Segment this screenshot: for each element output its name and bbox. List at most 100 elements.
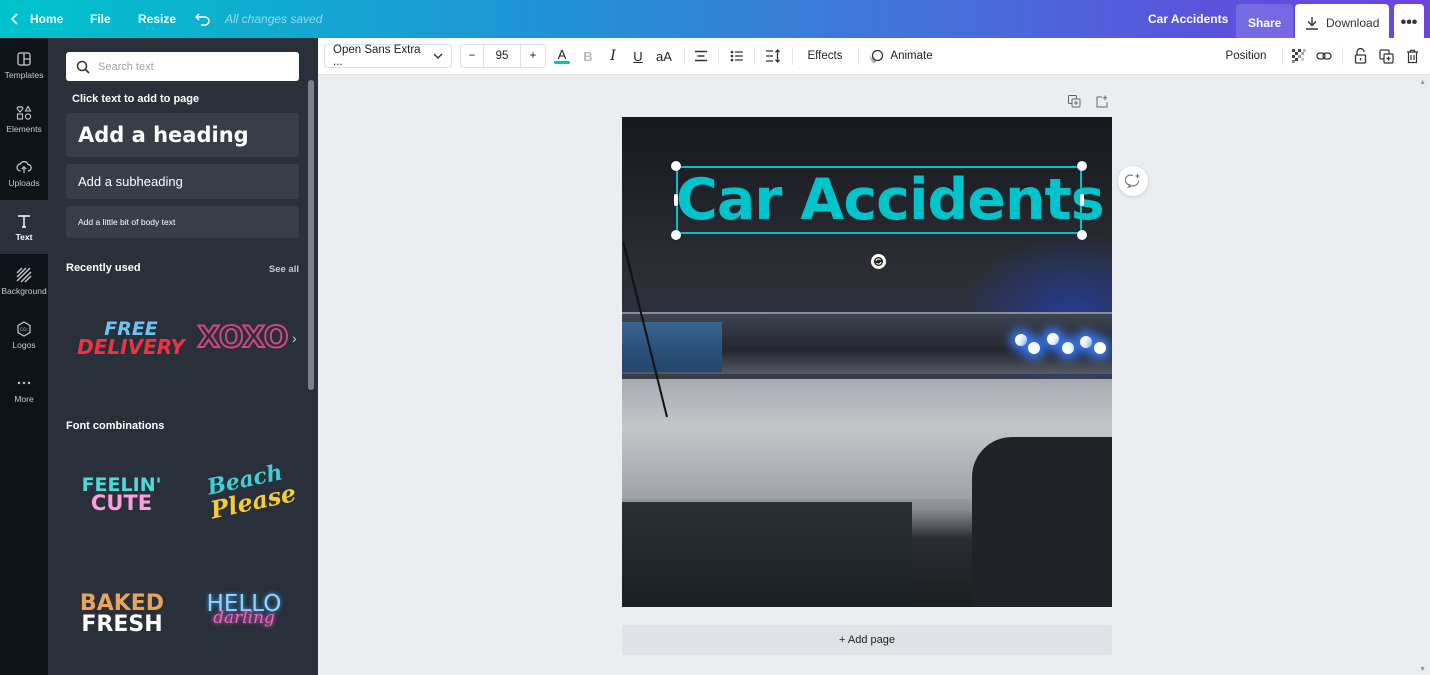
undo-button[interactable]	[195, 0, 211, 38]
resize-handle-top-left[interactable]	[671, 161, 681, 171]
align-center-button[interactable]	[692, 44, 710, 68]
spacing-icon	[766, 49, 780, 63]
font-size-decrease-button[interactable]: −	[461, 50, 483, 62]
recent-free-delivery[interactable]: FREE DELIVERY	[76, 319, 186, 360]
led	[1047, 333, 1059, 345]
save-status: All changes saved	[225, 12, 323, 26]
home-button[interactable]: Home	[10, 0, 63, 38]
spacing-button[interactable]	[764, 44, 782, 68]
logos-icon: CO.	[17, 320, 31, 337]
undo-icon	[195, 13, 210, 26]
resize-handle-bottom-right[interactable]	[1077, 230, 1087, 240]
text-color-button[interactable]: A	[553, 44, 571, 68]
download-button[interactable]: Download	[1295, 4, 1390, 42]
sticker-line: DELIVERY	[77, 335, 185, 360]
divider	[1342, 47, 1343, 65]
add-comment-button[interactable]	[1118, 166, 1148, 196]
bold-button[interactable]: B	[580, 44, 596, 68]
sticker-line: CUTE	[90, 491, 153, 516]
scroll-up-arrow[interactable]: ▲	[1419, 79, 1426, 86]
search-placeholder: Search text	[98, 60, 154, 73]
duplicate-icon	[1378, 48, 1394, 64]
duplicate-button[interactable]	[1378, 44, 1394, 68]
sticker-line: FRESH	[81, 611, 163, 637]
panel-scrollbar[interactable]	[308, 80, 314, 390]
resize-handle-top-right[interactable]	[1077, 161, 1087, 171]
top-bar: Home File Resize All changes saved Car A…	[0, 0, 1430, 42]
design-page[interactable]: Car Accidents	[622, 117, 1112, 607]
resize-handle-bottom-left[interactable]	[671, 230, 681, 240]
resize-handle-right[interactable]	[1080, 194, 1084, 206]
combo-hello-darling[interactable]: HELLO darling	[196, 593, 292, 627]
transparency-button[interactable]	[1290, 44, 1308, 68]
recent-xoxo[interactable]: XOXO	[196, 322, 290, 352]
add-page-icon-button[interactable]	[1096, 95, 1109, 113]
click-text-title: Click text to add to page	[72, 93, 200, 105]
selection-box	[676, 166, 1082, 234]
divider	[684, 47, 685, 65]
elements-icon	[16, 104, 32, 120]
chevron-down-icon	[433, 53, 443, 59]
effects-button[interactable]: Effects	[802, 44, 848, 68]
rail-item-text[interactable]: Text	[0, 200, 48, 254]
uploads-icon	[16, 160, 32, 173]
add-subheading-button[interactable]: Add a subheading	[66, 164, 299, 199]
animate-button[interactable]: Animate	[866, 44, 936, 68]
animate-label: Animate	[890, 50, 933, 62]
add-body-text-button[interactable]: Add a little bit of body text	[66, 206, 299, 238]
rail-label: Logos	[12, 339, 36, 350]
chevron-right-icon[interactable]: ›	[292, 330, 297, 346]
text-color-icon: A	[557, 47, 567, 62]
see-all-link[interactable]: See all	[269, 264, 299, 275]
rail-label: Elements	[6, 123, 42, 134]
divider	[1282, 47, 1283, 65]
led	[1028, 342, 1040, 354]
templates-icon	[17, 51, 31, 66]
led	[1080, 336, 1092, 348]
list-button[interactable]	[728, 44, 746, 68]
light-bar	[622, 312, 1112, 374]
lock-button[interactable]	[1352, 44, 1368, 68]
combo-baked-fresh[interactable]: BAKED FRESH	[72, 593, 172, 637]
link-button[interactable]	[1315, 44, 1333, 68]
resize-menu[interactable]: Resize	[138, 0, 176, 38]
resize-handle-left[interactable]	[674, 194, 678, 206]
delete-button[interactable]	[1404, 44, 1420, 68]
led	[1015, 334, 1027, 346]
font-size-input[interactable]: 95	[483, 45, 521, 67]
font-size-increase-button[interactable]: +	[521, 50, 545, 62]
underline-button[interactable]: U	[630, 44, 646, 68]
combo-feelin-cute[interactable]: FEELIN' CUTE	[74, 475, 169, 516]
rotate-handle[interactable]	[871, 254, 886, 269]
link-icon	[1316, 52, 1332, 60]
search-icon	[76, 60, 90, 74]
more-options-button[interactable]: •••	[1394, 4, 1424, 42]
rail-item-more[interactable]: More	[0, 362, 48, 416]
rail-item-logos[interactable]: CO. Logos	[0, 308, 48, 362]
text-icon	[18, 214, 30, 228]
align-center-icon	[695, 50, 707, 62]
rail-item-background[interactable]: Background	[0, 254, 48, 308]
add-heading-button[interactable]: Add a heading	[66, 113, 299, 157]
font-family-dropdown[interactable]: Open Sans Extra ...	[324, 44, 452, 68]
share-button[interactable]: Share	[1236, 4, 1294, 42]
design-title[interactable]: Car Accidents	[1148, 0, 1228, 38]
canvas-area: Car Accidents + Add page ▲ ▼	[318, 75, 1430, 675]
side-window	[972, 437, 1112, 607]
scroll-down-arrow[interactable]: ▼	[1419, 666, 1426, 673]
rail-item-elements[interactable]: Elements	[0, 92, 48, 146]
editor-toolbar: Open Sans Extra ... − 95 + A B I U aA Ef…	[318, 38, 1430, 75]
add-page-button[interactable]: + Add page	[622, 625, 1112, 655]
rail-label: Uploads	[8, 177, 40, 188]
background-icon	[16, 267, 32, 282]
search-text-input[interactable]: Search text	[66, 52, 299, 81]
italic-button[interactable]: I	[605, 44, 621, 68]
copy-page-button[interactable]	[1068, 95, 1081, 113]
side-rail: Templates Elements Uploads Text Backgrou…	[0, 38, 48, 675]
rail-item-uploads[interactable]: Uploads	[0, 146, 48, 200]
position-button[interactable]: Position	[1218, 44, 1274, 68]
letter-case-button[interactable]: aA	[654, 44, 674, 68]
combo-beach-please[interactable]: Beach Please	[196, 459, 299, 524]
rail-item-templates[interactable]: Templates	[0, 38, 48, 92]
file-menu[interactable]: File	[90, 0, 111, 38]
